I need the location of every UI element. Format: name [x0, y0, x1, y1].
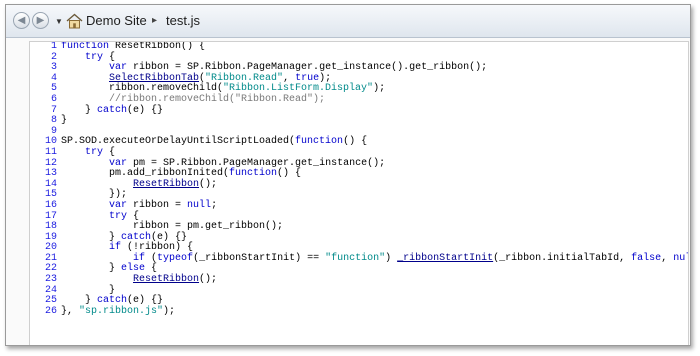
code-line[interactable]: SP.SOD.executeOrDelayUntilScriptLoaded(f…: [61, 137, 684, 148]
code-token: if: [109, 242, 122, 254]
code-line[interactable]: function ResetRibbon() {: [61, 42, 684, 53]
code-token: false: [631, 252, 662, 264]
line-number: 11: [44, 146, 57, 158]
code-token: var: [109, 157, 128, 169]
code-token: try: [109, 210, 128, 222]
home-icon[interactable]: [66, 13, 83, 29]
code-token: "function": [325, 252, 386, 264]
code-line[interactable]: } catch(e) {}: [61, 104, 684, 117]
code-token: {: [103, 146, 116, 158]
code-token: ribbon.removeChild(: [61, 83, 224, 95]
code-token: typeof: [157, 252, 194, 264]
code-token: //ribbon.removeChild("Ribbon.Read");: [109, 93, 326, 105]
code-token: ;: [211, 199, 218, 211]
code-token: }: [61, 284, 116, 296]
breadcrumb-file[interactable]: test.js: [166, 13, 200, 28]
code-token: (!ribbon) {: [121, 242, 194, 254]
code-token: function: [61, 41, 110, 52]
code-token: try: [85, 146, 104, 158]
code-line[interactable]: ResetRibbon();: [61, 274, 684, 286]
code-token: catch: [97, 104, 128, 116]
code-token: catch: [97, 295, 128, 307]
code-token: (e) {}: [127, 295, 164, 307]
code-token: (e) {}: [127, 104, 164, 116]
code-body[interactable]: function ResetRibbon() { try { var ribbo…: [61, 42, 688, 318]
code-token: SP.SOD.executeOrDelayUntilScriptLoaded(: [61, 136, 296, 148]
code-token: ();: [199, 178, 218, 190]
code-token: }: [61, 295, 98, 307]
code-token: function: [295, 136, 344, 148]
code-token: ,: [661, 252, 674, 264]
line-number-gutter: 1 2 3 4 5 6 7 8 9 10 11 12 13 14 15 16 17 18 19 20 21 22 23 24 2…: [33, 42, 57, 317]
code-token: var: [109, 62, 128, 74]
code-token: ribbon =: [127, 199, 188, 211]
code-token: null: [187, 199, 212, 211]
line-number: 26: [44, 305, 57, 317]
code-line[interactable]: }, "sp.ribbon.js");: [61, 305, 684, 318]
code-token: var: [109, 199, 128, 211]
code-token: else: [121, 263, 146, 275]
code-token: () {: [277, 168, 302, 180]
line-number: 6: [50, 93, 57, 105]
code-token: ();: [199, 274, 218, 286]
code-token: ): [385, 252, 398, 264]
code-token: ResetRibbon() {: [109, 41, 206, 52]
code-token: },: [61, 305, 80, 317]
line-number: 16: [44, 199, 57, 211]
code-token: () {: [343, 136, 368, 148]
code-token: });: [61, 189, 128, 201]
code-token: function: [229, 168, 278, 180]
code-token: (_ribbonStartInit) ==: [193, 252, 326, 264]
code-token: (_ribbon.initialTabId,: [493, 252, 632, 264]
code-token: }: [61, 104, 98, 116]
code-editor[interactable]: 1 2 3 4 5 6 7 8 9 10 11 12 13 14 15 16 17 18 19 20 21 22 23 24 2…: [29, 41, 689, 345]
code-link[interactable]: ResetRibbon: [133, 179, 199, 190]
code-token: null: [673, 252, 688, 264]
code-link[interactable]: _ribbonStartInit: [397, 253, 493, 264]
code-token: );: [163, 305, 176, 317]
code-link[interactable]: ResetRibbon: [133, 274, 199, 285]
code-token: {: [127, 210, 140, 222]
code-token: }: [61, 263, 122, 275]
breadcrumb-separator-icon[interactable]: ▸: [152, 15, 157, 26]
code-token: {: [103, 51, 116, 63]
window-frame: ◀ ▶ ▼ Demo Site ▸ test.js 1 2 3 4 5 6 7 8 9 10 11 1…: [5, 4, 691, 346]
code-token: ribbon = pm.get_ribbon();: [61, 221, 284, 233]
back-arrow-icon[interactable]: ◀: [13, 12, 30, 29]
code-token: );: [373, 83, 386, 95]
line-number: 1: [50, 41, 57, 52]
forward-arrow-icon[interactable]: ▶: [32, 12, 49, 29]
code-token: "sp.ribbon.js": [79, 305, 164, 317]
code-token: }: [61, 115, 68, 127]
code-token: pm.add_ribbonInited(: [61, 168, 230, 180]
code-line[interactable]: var ribbon = null;: [61, 199, 684, 212]
code-line[interactable]: }: [61, 115, 684, 127]
breadcrumb-site[interactable]: Demo Site: [86, 13, 147, 28]
address-bar: ◀ ▶ ▼ Demo Site ▸ test.js: [6, 5, 690, 38]
code-token: try: [85, 51, 104, 63]
code-token: "Ribbon.ListForm.Display": [223, 83, 374, 95]
code-token: ribbon = SP.Ribbon.PageManager.get_insta…: [127, 62, 488, 74]
dropdown-icon[interactable]: ▼: [55, 17, 63, 26]
code-line[interactable]: ResetRibbon();: [61, 178, 684, 191]
code-token: pm = SP.Ribbon.PageManager.get_instance(…: [127, 157, 386, 169]
code-token: {: [145, 263, 158, 275]
